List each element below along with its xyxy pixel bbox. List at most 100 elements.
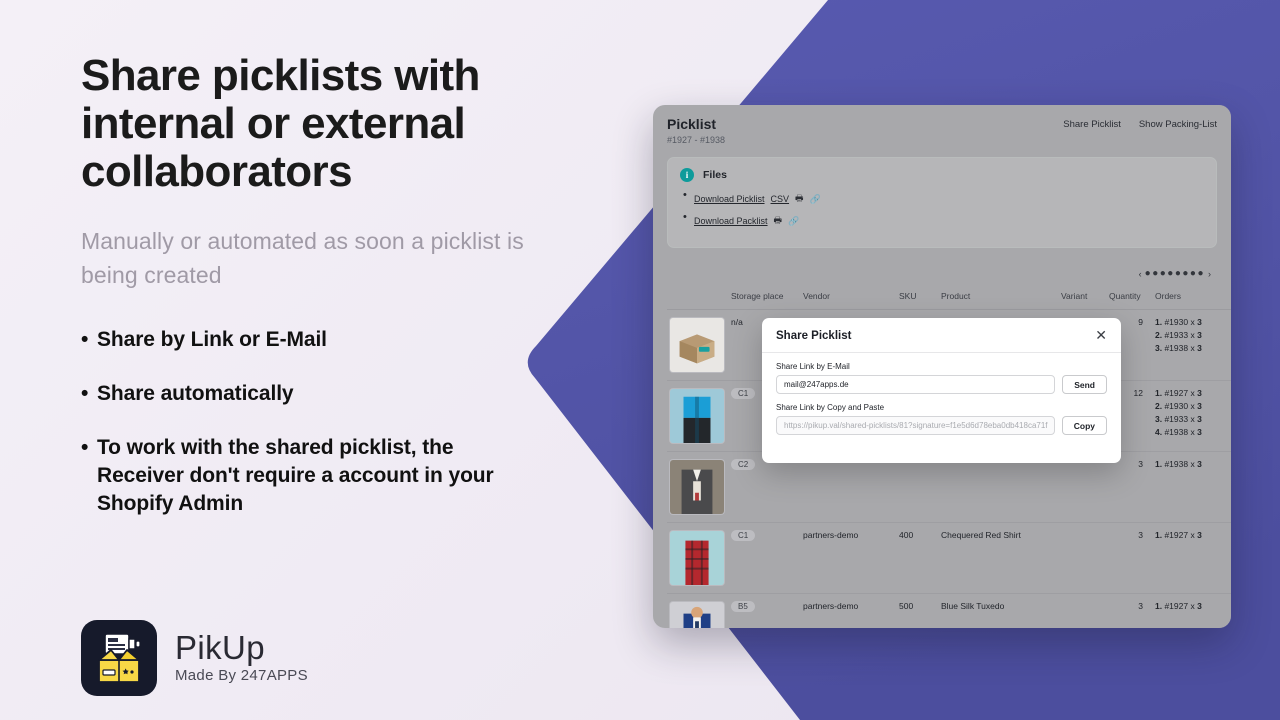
files-link-list: Download Picklist CSV 🖶 🔗 Download Packl… — [680, 189, 1204, 229]
link-icon[interactable]: 🔗 — [788, 216, 799, 227]
col-thumbnail — [667, 288, 729, 310]
orders-list: 1. #1927 x 3 — [1155, 530, 1229, 540]
list-item: Download Picklist CSV 🖶 🔗 — [683, 189, 1204, 207]
modal-body: Share Link by E-Mail mail@247apps.de Sen… — [762, 353, 1121, 456]
orders-cell: 1. #1927 x 3 — [1153, 593, 1231, 628]
col-variant: Variant — [1059, 288, 1107, 310]
logo-text-block: PikUp Made By 247APPS — [175, 630, 308, 686]
feature-bullet-list: • Share by Link or E-Mail • Share automa… — [81, 326, 601, 518]
order-item: 2. #1933 x 3 — [1155, 330, 1202, 340]
bullet-marker: • — [81, 382, 89, 405]
order-item: 1. #1930 x 3 — [1155, 317, 1202, 327]
storage-badge: C1 — [731, 530, 756, 541]
order-item: 1. #1927 x 3 — [1155, 601, 1202, 611]
vendor-cell: partners-demo — [801, 522, 897, 594]
printer-icon[interactable]: 🖶 — [774, 213, 783, 229]
table-row[interactable]: B5 partners-demo 500 Blue Silk Tuxedo 3 1. #1… — [667, 593, 1231, 628]
quantity-cell: 3 — [1107, 593, 1153, 628]
col-storage-place: Storage place — [729, 288, 801, 310]
col-product: Product — [939, 288, 1059, 310]
col-orders: Orders — [1153, 288, 1231, 310]
brand-logo: PikUp Made By 247APPS — [81, 620, 308, 696]
picklist-range: #1927 - #1938 — [667, 135, 726, 145]
page-title: Share picklists with internal or externa… — [81, 51, 480, 196]
quantity-cell: 3 — [1107, 522, 1153, 594]
grey-blazer-photo — [669, 459, 725, 515]
product-thumbnail-cell — [667, 380, 729, 452]
marketing-copy: Share picklists with internal or externa… — [81, 52, 601, 544]
share-link-field[interactable]: https://pikup.val/shared-picklists/81?si… — [776, 416, 1055, 435]
order-item: 3. #1933 x 3 — [1155, 414, 1202, 424]
order-item: 3. #1938 x 3 — [1155, 343, 1202, 353]
close-icon[interactable]: ✕ — [1095, 329, 1107, 343]
list-item: • Share by Link or E-Mail — [81, 326, 601, 354]
quantity-value: 3 — [1138, 530, 1143, 540]
orders-cell: 1. #1927 x 3 2. #1930 x 3 3. #1933 x 3 4. #… — [1153, 380, 1231, 452]
panel-actions: Share Picklist Show Packing-List — [1063, 115, 1217, 130]
blue-jacket-photo — [669, 388, 725, 444]
download-picklist-link[interactable]: Download Picklist — [694, 194, 765, 204]
logo-tagline: Made By 247APPS — [175, 667, 308, 684]
storage-place-cell: B5 — [729, 593, 801, 628]
pagination-next-icon[interactable]: › — [1208, 269, 1211, 279]
email-field[interactable]: mail@247apps.de — [776, 375, 1056, 394]
download-packlist-link[interactable]: Download Packlist — [694, 216, 768, 226]
files-card: i Files Download Picklist CSV 🖶 🔗 Downlo… — [667, 157, 1217, 248]
product-thumbnail-cell — [667, 522, 729, 594]
variant-cell — [1059, 593, 1107, 628]
table-header-row: Storage place Vendor SKU Product Variant… — [667, 288, 1231, 310]
bullet-marker: • — [81, 436, 89, 459]
sku-cell: 400 — [897, 522, 939, 594]
vendor-cell: partners-demo — [801, 593, 897, 628]
col-quantity: Quantity — [1107, 288, 1153, 310]
quantity-value: 9 — [1138, 317, 1143, 327]
orders-cell: 1. #1927 x 3 — [1153, 522, 1231, 594]
send-button[interactable]: Send — [1062, 375, 1107, 394]
col-vendor: Vendor — [801, 288, 897, 310]
download-picklist-csv-link[interactable]: CSV — [771, 194, 790, 204]
bullet-marker: • — [81, 328, 89, 351]
quantity-value: 3 — [1138, 601, 1143, 611]
quantity-value: 12 — [1133, 388, 1143, 398]
copy-field-row: https://pikup.val/shared-picklists/81?si… — [776, 416, 1107, 435]
pikup-logo-icon — [81, 620, 157, 696]
share-picklist-modal: Share Picklist ✕ Share Link by E-Mail ma… — [762, 318, 1121, 463]
pagination-prev-icon[interactable]: ‹ — [1139, 269, 1142, 279]
order-item: 4. #1938 x 3 — [1155, 427, 1202, 437]
files-heading: Files — [703, 169, 727, 181]
logo-name: PikUp — [175, 629, 266, 666]
panel-header: Picklist #1927 - #1938 Share Picklist Sh… — [667, 115, 1217, 145]
modal-title: Share Picklist — [776, 330, 852, 342]
bullet-text: To work with the shared picklist, the Re… — [97, 436, 494, 515]
blue-tuxedo-photo — [669, 601, 725, 628]
copy-button[interactable]: Copy — [1061, 416, 1107, 435]
sku-cell: 500 — [897, 593, 939, 628]
info-icon: i — [680, 168, 694, 182]
product-thumbnail-cell — [667, 309, 729, 381]
product-thumbnail-cell — [667, 451, 729, 523]
orders-cell: 1. #1930 x 3 2. #1933 x 3 3. #1938 x 3 — [1153, 309, 1231, 381]
orders-list: 1. #1927 x 3 2. #1930 x 3 3. #1933 x 3 4. #… — [1155, 388, 1229, 437]
show-packing-list-button[interactable]: Show Packing-List — [1139, 119, 1217, 130]
variant-cell — [1059, 522, 1107, 594]
list-item: • To work with the shared picklist, the … — [81, 434, 601, 518]
share-picklist-button[interactable]: Share Picklist — [1063, 119, 1121, 130]
printer-icon[interactable]: 🖶 — [795, 191, 804, 207]
email-field-row: mail@247apps.de Send — [776, 375, 1107, 394]
product-cell: Chequered Red Shirt — [939, 522, 1059, 594]
orders-list: 1. #1930 x 3 2. #1933 x 3 3. #1938 x 3 — [1155, 317, 1229, 353]
panel-title-block: Picklist #1927 - #1938 — [667, 115, 725, 145]
table-row[interactable]: C1 partners-demo 400 Chequered Red Shirt 3 1.… — [667, 522, 1231, 594]
link-icon[interactable]: 🔗 — [810, 194, 821, 205]
files-card-header: i Files — [680, 168, 1204, 182]
bullet-text: Share by Link or E-Mail — [97, 328, 327, 351]
storage-badge: B5 — [731, 601, 755, 612]
orders-list: 1. #1938 x 3 — [1155, 459, 1229, 469]
picklist-title: Picklist — [667, 116, 717, 132]
cardboard-box-photo — [669, 317, 725, 373]
storage-badge: C1 — [731, 388, 756, 399]
order-item: 1. #1927 x 3 — [1155, 388, 1202, 398]
pagination-dots[interactable]: ●●●●●●●● — [1145, 268, 1205, 279]
list-item: Download Packlist 🖶 🔗 — [683, 211, 1204, 229]
col-sku: SKU — [897, 288, 939, 310]
